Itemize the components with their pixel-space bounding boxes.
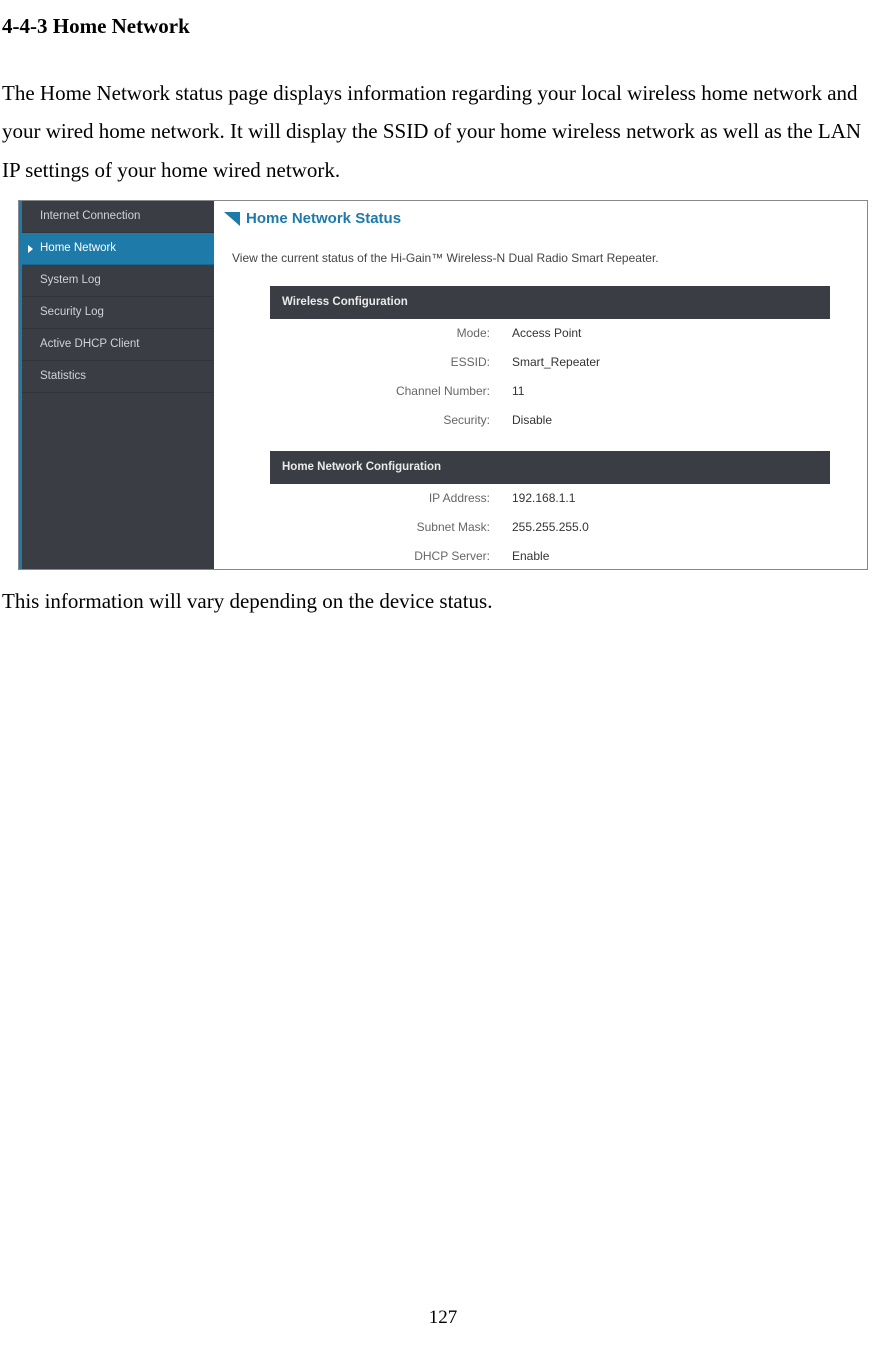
label-mode: Mode: (270, 319, 500, 348)
sidebar-item-label: Internet Connection (40, 207, 140, 225)
label-channel: Channel Number: (270, 377, 500, 406)
value-ip: 192.168.1.1 (500, 484, 830, 513)
row-ip: IP Address: 192.168.1.1 (270, 484, 830, 513)
sidebar-item-statistics[interactable]: Statistics (22, 361, 214, 393)
sidebar-item-label: System Log (40, 271, 101, 289)
wireless-config-header: Wireless Configuration (270, 286, 830, 318)
sidebar-item-home-network[interactable]: Home Network (22, 233, 214, 265)
row-dhcp: DHCP Server: Enable (270, 542, 830, 570)
value-dhcp: Enable (500, 542, 830, 570)
row-channel: Channel Number: 11 (270, 377, 830, 406)
label-security: Security: (270, 406, 500, 435)
value-channel: 11 (500, 377, 830, 406)
value-security: Disable (500, 406, 830, 435)
home-network-config-table: IP Address: 192.168.1.1 Subnet Mask: 255… (270, 484, 830, 570)
sidebar-nav: Internet Connection Home Network System … (19, 201, 214, 569)
wireless-config-table: Mode: Access Point ESSID: Smart_Repeater… (270, 319, 830, 436)
main-content: Home Network Status View the current sta… (214, 201, 867, 569)
label-mask: Subnet Mask: (270, 513, 500, 542)
sidebar-item-active-dhcp-client[interactable]: Active DHCP Client (22, 329, 214, 361)
row-mode: Mode: Access Point (270, 319, 830, 348)
home-network-config-panel: Home Network Configuration IP Address: 1… (270, 451, 830, 570)
value-mode: Access Point (500, 319, 830, 348)
page-arrow-icon (224, 212, 240, 226)
sidebar-item-security-log[interactable]: Security Log (22, 297, 214, 329)
sidebar-item-label: Statistics (40, 367, 86, 385)
value-mask: 255.255.255.0 (500, 513, 830, 542)
section-heading: 4-4-3 Home Network (2, 10, 886, 44)
router-admin-screenshot: Internet Connection Home Network System … (18, 200, 868, 570)
page-title: Home Network Status (246, 207, 401, 231)
value-essid: Smart_Repeater (500, 348, 830, 377)
sidebar-item-internet-connection[interactable]: Internet Connection (22, 201, 214, 233)
label-ip: IP Address: (270, 484, 500, 513)
sidebar-item-label: Active DHCP Client (40, 335, 140, 353)
outro-paragraph: This information will vary depending on … (2, 582, 884, 621)
sidebar-item-label: Home Network (40, 239, 116, 257)
row-essid: ESSID: Smart_Repeater (270, 348, 830, 377)
page-title-row: Home Network Status (224, 207, 849, 231)
row-security: Security: Disable (270, 406, 830, 435)
wireless-config-panel: Wireless Configuration Mode: Access Poin… (270, 286, 830, 435)
label-essid: ESSID: (270, 348, 500, 377)
sidebar-item-system-log[interactable]: System Log (22, 265, 214, 297)
page-subtitle: View the current status of the Hi-Gain™ … (232, 249, 849, 268)
sidebar-item-label: Security Log (40, 303, 104, 321)
intro-paragraph: The Home Network status page displays in… (2, 74, 884, 191)
page-number: 127 (0, 1303, 886, 1333)
row-mask: Subnet Mask: 255.255.255.0 (270, 513, 830, 542)
home-network-config-header: Home Network Configuration (270, 451, 830, 483)
label-dhcp: DHCP Server: (270, 542, 500, 570)
